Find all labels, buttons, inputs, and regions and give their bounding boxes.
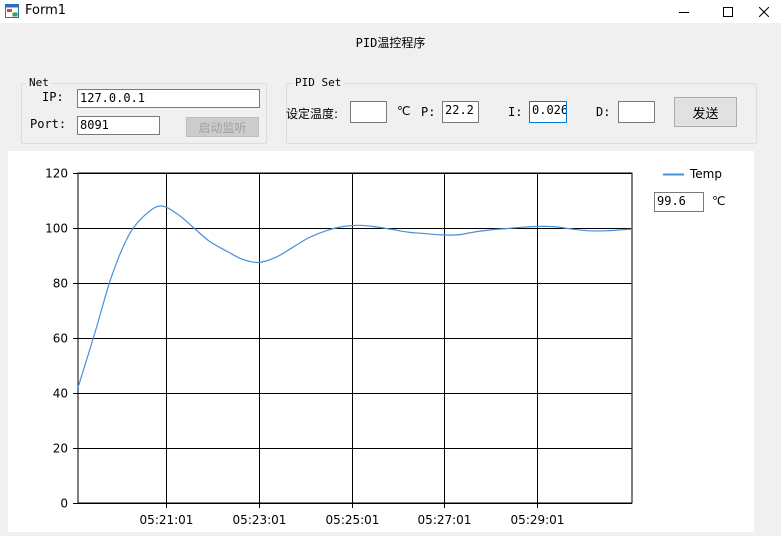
y-tick-label: 80 [53, 277, 68, 291]
temperature-chart: 0 20 40 60 80 100 120 05:21:01 05:23:01 05:25:01 0… [8, 151, 754, 532]
ip-label: IP: [42, 90, 64, 104]
y-tick-label: 40 [53, 387, 68, 401]
send-button[interactable]: 发送 [674, 97, 737, 127]
window-titlebar: Form1 [0, 0, 781, 23]
y-tick-label: 60 [53, 332, 68, 346]
y-tick-label: 100 [45, 222, 68, 236]
p-label: P: [421, 105, 436, 119]
x-tick-label: 05:21:01 [140, 513, 194, 527]
set-temp-input[interactable] [350, 101, 387, 123]
ip-input[interactable]: 127.0.0.1 [77, 89, 260, 108]
legend-label-temp: Temp [689, 167, 722, 181]
d-input[interactable] [618, 101, 655, 123]
current-temp-display[interactable]: 99.6 [654, 192, 704, 212]
port-label: Port: [30, 117, 67, 131]
x-tick-label: 05:25:01 [326, 513, 380, 527]
net-group-label: Net [26, 76, 52, 89]
x-tick-label: 05:29:01 [511, 513, 565, 527]
page-title: PID温控程序 [355, 36, 426, 50]
d-label: D: [596, 105, 611, 119]
p-input[interactable]: 22.2 [442, 101, 479, 123]
x-tick-label: 05:23:01 [233, 513, 287, 527]
port-input[interactable]: 8091 [77, 116, 160, 135]
close-icon [758, 6, 769, 17]
current-temp-unit: ℃ [712, 194, 726, 208]
i-label: I: [508, 105, 523, 119]
y-tick-label: 120 [45, 167, 68, 181]
start-listen-button[interactable]: 启动监听 [186, 117, 259, 137]
temp-series-line [77, 205, 633, 388]
i-input[interactable]: 0.026 [529, 101, 567, 123]
close-button[interactable] [746, 0, 781, 23]
y-tick-label: 20 [53, 442, 68, 456]
y-tick-label: 0 [60, 497, 68, 511]
pid-group-label: PID Set [292, 76, 345, 89]
chart-svg: 0 20 40 60 80 100 120 05:21:01 05:23:01 05:25:01 0… [45, 167, 722, 528]
minimize-button[interactable] [661, 0, 707, 23]
set-temp-label: 设定温度: [286, 107, 339, 121]
maximize-icon [723, 6, 733, 17]
maximize-button[interactable] [705, 0, 751, 23]
minimize-icon [679, 11, 689, 13]
set-temp-unit: ℃ [397, 104, 411, 118]
x-tick-label: 05:27:01 [418, 513, 472, 527]
window-title: Form1 [25, 3, 67, 18]
form-app-icon [5, 4, 19, 18]
